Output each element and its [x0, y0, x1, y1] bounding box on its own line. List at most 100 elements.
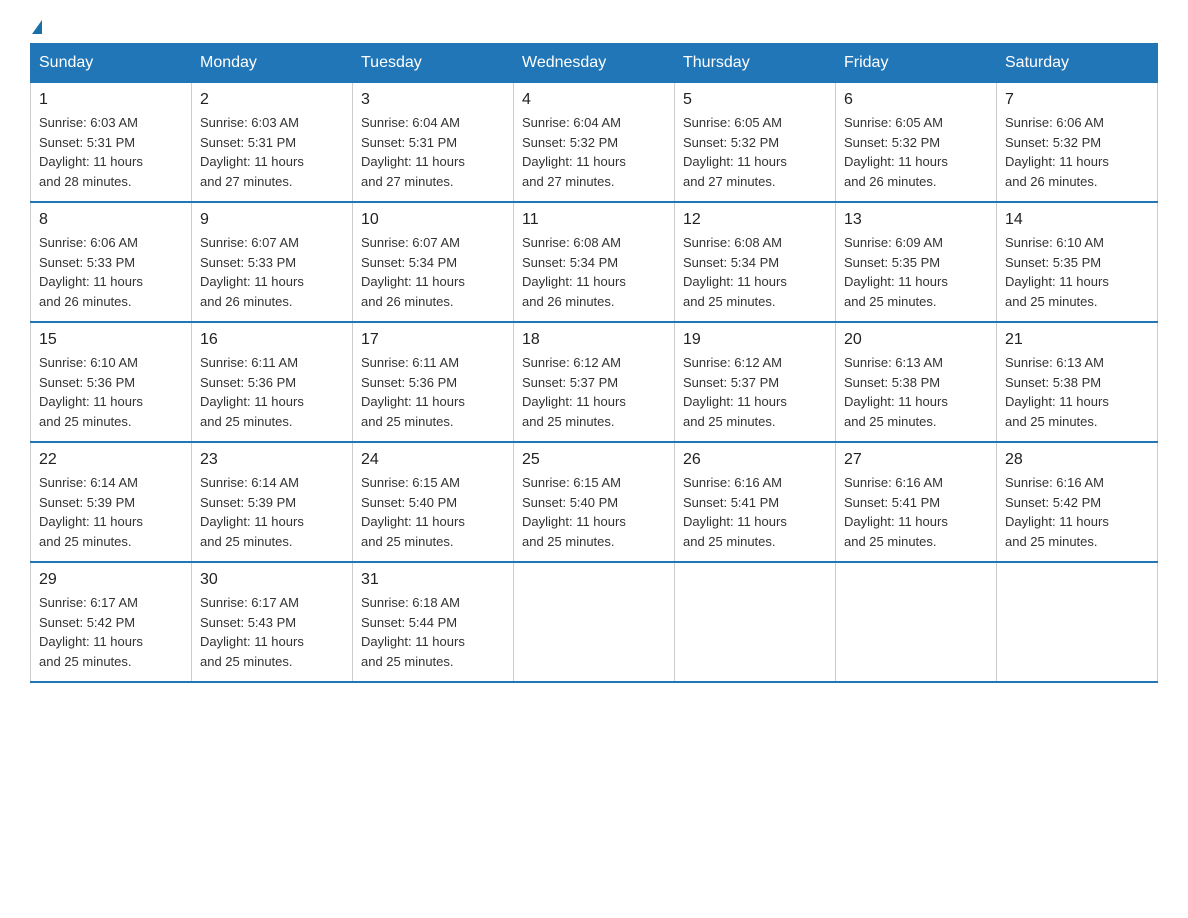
day-number: 14 — [1005, 211, 1149, 229]
day-number: 31 — [361, 571, 505, 589]
calendar-cell: 7 Sunrise: 6:06 AM Sunset: 5:32 PM Dayli… — [997, 83, 1158, 203]
day-info: Sunrise: 6:18 AM Sunset: 5:44 PM Dayligh… — [361, 593, 505, 671]
calendar-cell — [997, 562, 1158, 682]
calendar-week-row: 29 Sunrise: 6:17 AM Sunset: 5:42 PM Dayl… — [31, 562, 1158, 682]
day-info: Sunrise: 6:13 AM Sunset: 5:38 PM Dayligh… — [844, 353, 988, 431]
day-info: Sunrise: 6:08 AM Sunset: 5:34 PM Dayligh… — [522, 233, 666, 311]
calendar-cell — [514, 562, 675, 682]
day-info: Sunrise: 6:14 AM Sunset: 5:39 PM Dayligh… — [39, 473, 183, 551]
day-info: Sunrise: 6:08 AM Sunset: 5:34 PM Dayligh… — [683, 233, 827, 311]
calendar-cell: 27 Sunrise: 6:16 AM Sunset: 5:41 PM Dayl… — [836, 442, 997, 562]
day-number: 20 — [844, 331, 988, 349]
calendar-cell: 28 Sunrise: 6:16 AM Sunset: 5:42 PM Dayl… — [997, 442, 1158, 562]
calendar-cell: 1 Sunrise: 6:03 AM Sunset: 5:31 PM Dayli… — [31, 83, 192, 203]
day-number: 5 — [683, 91, 827, 109]
calendar-cell — [836, 562, 997, 682]
day-info: Sunrise: 6:07 AM Sunset: 5:33 PM Dayligh… — [200, 233, 344, 311]
calendar-header-sunday: Sunday — [31, 44, 192, 83]
calendar-cell: 30 Sunrise: 6:17 AM Sunset: 5:43 PM Dayl… — [192, 562, 353, 682]
day-info: Sunrise: 6:17 AM Sunset: 5:43 PM Dayligh… — [200, 593, 344, 671]
calendar-cell: 11 Sunrise: 6:08 AM Sunset: 5:34 PM Dayl… — [514, 202, 675, 322]
calendar-header-tuesday: Tuesday — [353, 44, 514, 83]
calendar-cell: 17 Sunrise: 6:11 AM Sunset: 5:36 PM Dayl… — [353, 322, 514, 442]
day-number: 18 — [522, 331, 666, 349]
day-info: Sunrise: 6:10 AM Sunset: 5:36 PM Dayligh… — [39, 353, 183, 431]
calendar-header-row: SundayMondayTuesdayWednesdayThursdayFrid… — [31, 44, 1158, 83]
calendar-cell: 9 Sunrise: 6:07 AM Sunset: 5:33 PM Dayli… — [192, 202, 353, 322]
calendar-cell: 12 Sunrise: 6:08 AM Sunset: 5:34 PM Dayl… — [675, 202, 836, 322]
calendar-cell: 23 Sunrise: 6:14 AM Sunset: 5:39 PM Dayl… — [192, 442, 353, 562]
calendar-cell: 3 Sunrise: 6:04 AM Sunset: 5:31 PM Dayli… — [353, 83, 514, 203]
calendar-week-row: 22 Sunrise: 6:14 AM Sunset: 5:39 PM Dayl… — [31, 442, 1158, 562]
calendar-cell: 2 Sunrise: 6:03 AM Sunset: 5:31 PM Dayli… — [192, 83, 353, 203]
calendar-header-saturday: Saturday — [997, 44, 1158, 83]
day-info: Sunrise: 6:11 AM Sunset: 5:36 PM Dayligh… — [200, 353, 344, 431]
day-number: 17 — [361, 331, 505, 349]
calendar-week-row: 15 Sunrise: 6:10 AM Sunset: 5:36 PM Dayl… — [31, 322, 1158, 442]
day-info: Sunrise: 6:14 AM Sunset: 5:39 PM Dayligh… — [200, 473, 344, 551]
day-info: Sunrise: 6:13 AM Sunset: 5:38 PM Dayligh… — [1005, 353, 1149, 431]
day-number: 15 — [39, 331, 183, 349]
day-number: 22 — [39, 451, 183, 469]
calendar-cell: 22 Sunrise: 6:14 AM Sunset: 5:39 PM Dayl… — [31, 442, 192, 562]
day-number: 24 — [361, 451, 505, 469]
calendar-cell: 31 Sunrise: 6:18 AM Sunset: 5:44 PM Dayl… — [353, 562, 514, 682]
day-info: Sunrise: 6:15 AM Sunset: 5:40 PM Dayligh… — [522, 473, 666, 551]
calendar-cell: 24 Sunrise: 6:15 AM Sunset: 5:40 PM Dayl… — [353, 442, 514, 562]
day-info: Sunrise: 6:07 AM Sunset: 5:34 PM Dayligh… — [361, 233, 505, 311]
day-number: 8 — [39, 211, 183, 229]
calendar-cell: 18 Sunrise: 6:12 AM Sunset: 5:37 PM Dayl… — [514, 322, 675, 442]
day-number: 29 — [39, 571, 183, 589]
calendar-cell: 26 Sunrise: 6:16 AM Sunset: 5:41 PM Dayl… — [675, 442, 836, 562]
day-number: 4 — [522, 91, 666, 109]
day-number: 25 — [522, 451, 666, 469]
calendar-cell: 19 Sunrise: 6:12 AM Sunset: 5:37 PM Dayl… — [675, 322, 836, 442]
day-info: Sunrise: 6:05 AM Sunset: 5:32 PM Dayligh… — [844, 113, 988, 191]
day-number: 11 — [522, 211, 666, 229]
day-number: 2 — [200, 91, 344, 109]
calendar-cell: 8 Sunrise: 6:06 AM Sunset: 5:33 PM Dayli… — [31, 202, 192, 322]
day-info: Sunrise: 6:04 AM Sunset: 5:31 PM Dayligh… — [361, 113, 505, 191]
calendar-cell — [675, 562, 836, 682]
calendar-header-thursday: Thursday — [675, 44, 836, 83]
day-info: Sunrise: 6:09 AM Sunset: 5:35 PM Dayligh… — [844, 233, 988, 311]
page-header — [30, 20, 1158, 33]
day-info: Sunrise: 6:16 AM Sunset: 5:41 PM Dayligh… — [844, 473, 988, 551]
calendar-table: SundayMondayTuesdayWednesdayThursdayFrid… — [30, 43, 1158, 683]
day-number: 21 — [1005, 331, 1149, 349]
calendar-cell: 4 Sunrise: 6:04 AM Sunset: 5:32 PM Dayli… — [514, 83, 675, 203]
calendar-cell: 6 Sunrise: 6:05 AM Sunset: 5:32 PM Dayli… — [836, 83, 997, 203]
calendar-cell: 16 Sunrise: 6:11 AM Sunset: 5:36 PM Dayl… — [192, 322, 353, 442]
day-number: 16 — [200, 331, 344, 349]
day-info: Sunrise: 6:06 AM Sunset: 5:32 PM Dayligh… — [1005, 113, 1149, 191]
day-info: Sunrise: 6:12 AM Sunset: 5:37 PM Dayligh… — [522, 353, 666, 431]
day-number: 28 — [1005, 451, 1149, 469]
day-number: 12 — [683, 211, 827, 229]
calendar-header-monday: Monday — [192, 44, 353, 83]
day-info: Sunrise: 6:05 AM Sunset: 5:32 PM Dayligh… — [683, 113, 827, 191]
calendar-cell: 21 Sunrise: 6:13 AM Sunset: 5:38 PM Dayl… — [997, 322, 1158, 442]
logo — [30, 20, 42, 33]
calendar-header-wednesday: Wednesday — [514, 44, 675, 83]
day-number: 19 — [683, 331, 827, 349]
day-info: Sunrise: 6:06 AM Sunset: 5:33 PM Dayligh… — [39, 233, 183, 311]
day-number: 26 — [683, 451, 827, 469]
day-number: 13 — [844, 211, 988, 229]
day-number: 6 — [844, 91, 988, 109]
day-info: Sunrise: 6:10 AM Sunset: 5:35 PM Dayligh… — [1005, 233, 1149, 311]
day-info: Sunrise: 6:03 AM Sunset: 5:31 PM Dayligh… — [39, 113, 183, 191]
calendar-cell: 10 Sunrise: 6:07 AM Sunset: 5:34 PM Dayl… — [353, 202, 514, 322]
day-number: 23 — [200, 451, 344, 469]
calendar-cell: 14 Sunrise: 6:10 AM Sunset: 5:35 PM Dayl… — [997, 202, 1158, 322]
day-number: 1 — [39, 91, 183, 109]
day-number: 9 — [200, 211, 344, 229]
day-info: Sunrise: 6:17 AM Sunset: 5:42 PM Dayligh… — [39, 593, 183, 671]
day-number: 3 — [361, 91, 505, 109]
calendar-cell: 15 Sunrise: 6:10 AM Sunset: 5:36 PM Dayl… — [31, 322, 192, 442]
calendar-week-row: 1 Sunrise: 6:03 AM Sunset: 5:31 PM Dayli… — [31, 83, 1158, 203]
day-number: 10 — [361, 211, 505, 229]
day-number: 27 — [844, 451, 988, 469]
day-info: Sunrise: 6:12 AM Sunset: 5:37 PM Dayligh… — [683, 353, 827, 431]
day-info: Sunrise: 6:04 AM Sunset: 5:32 PM Dayligh… — [522, 113, 666, 191]
calendar-cell: 25 Sunrise: 6:15 AM Sunset: 5:40 PM Dayl… — [514, 442, 675, 562]
